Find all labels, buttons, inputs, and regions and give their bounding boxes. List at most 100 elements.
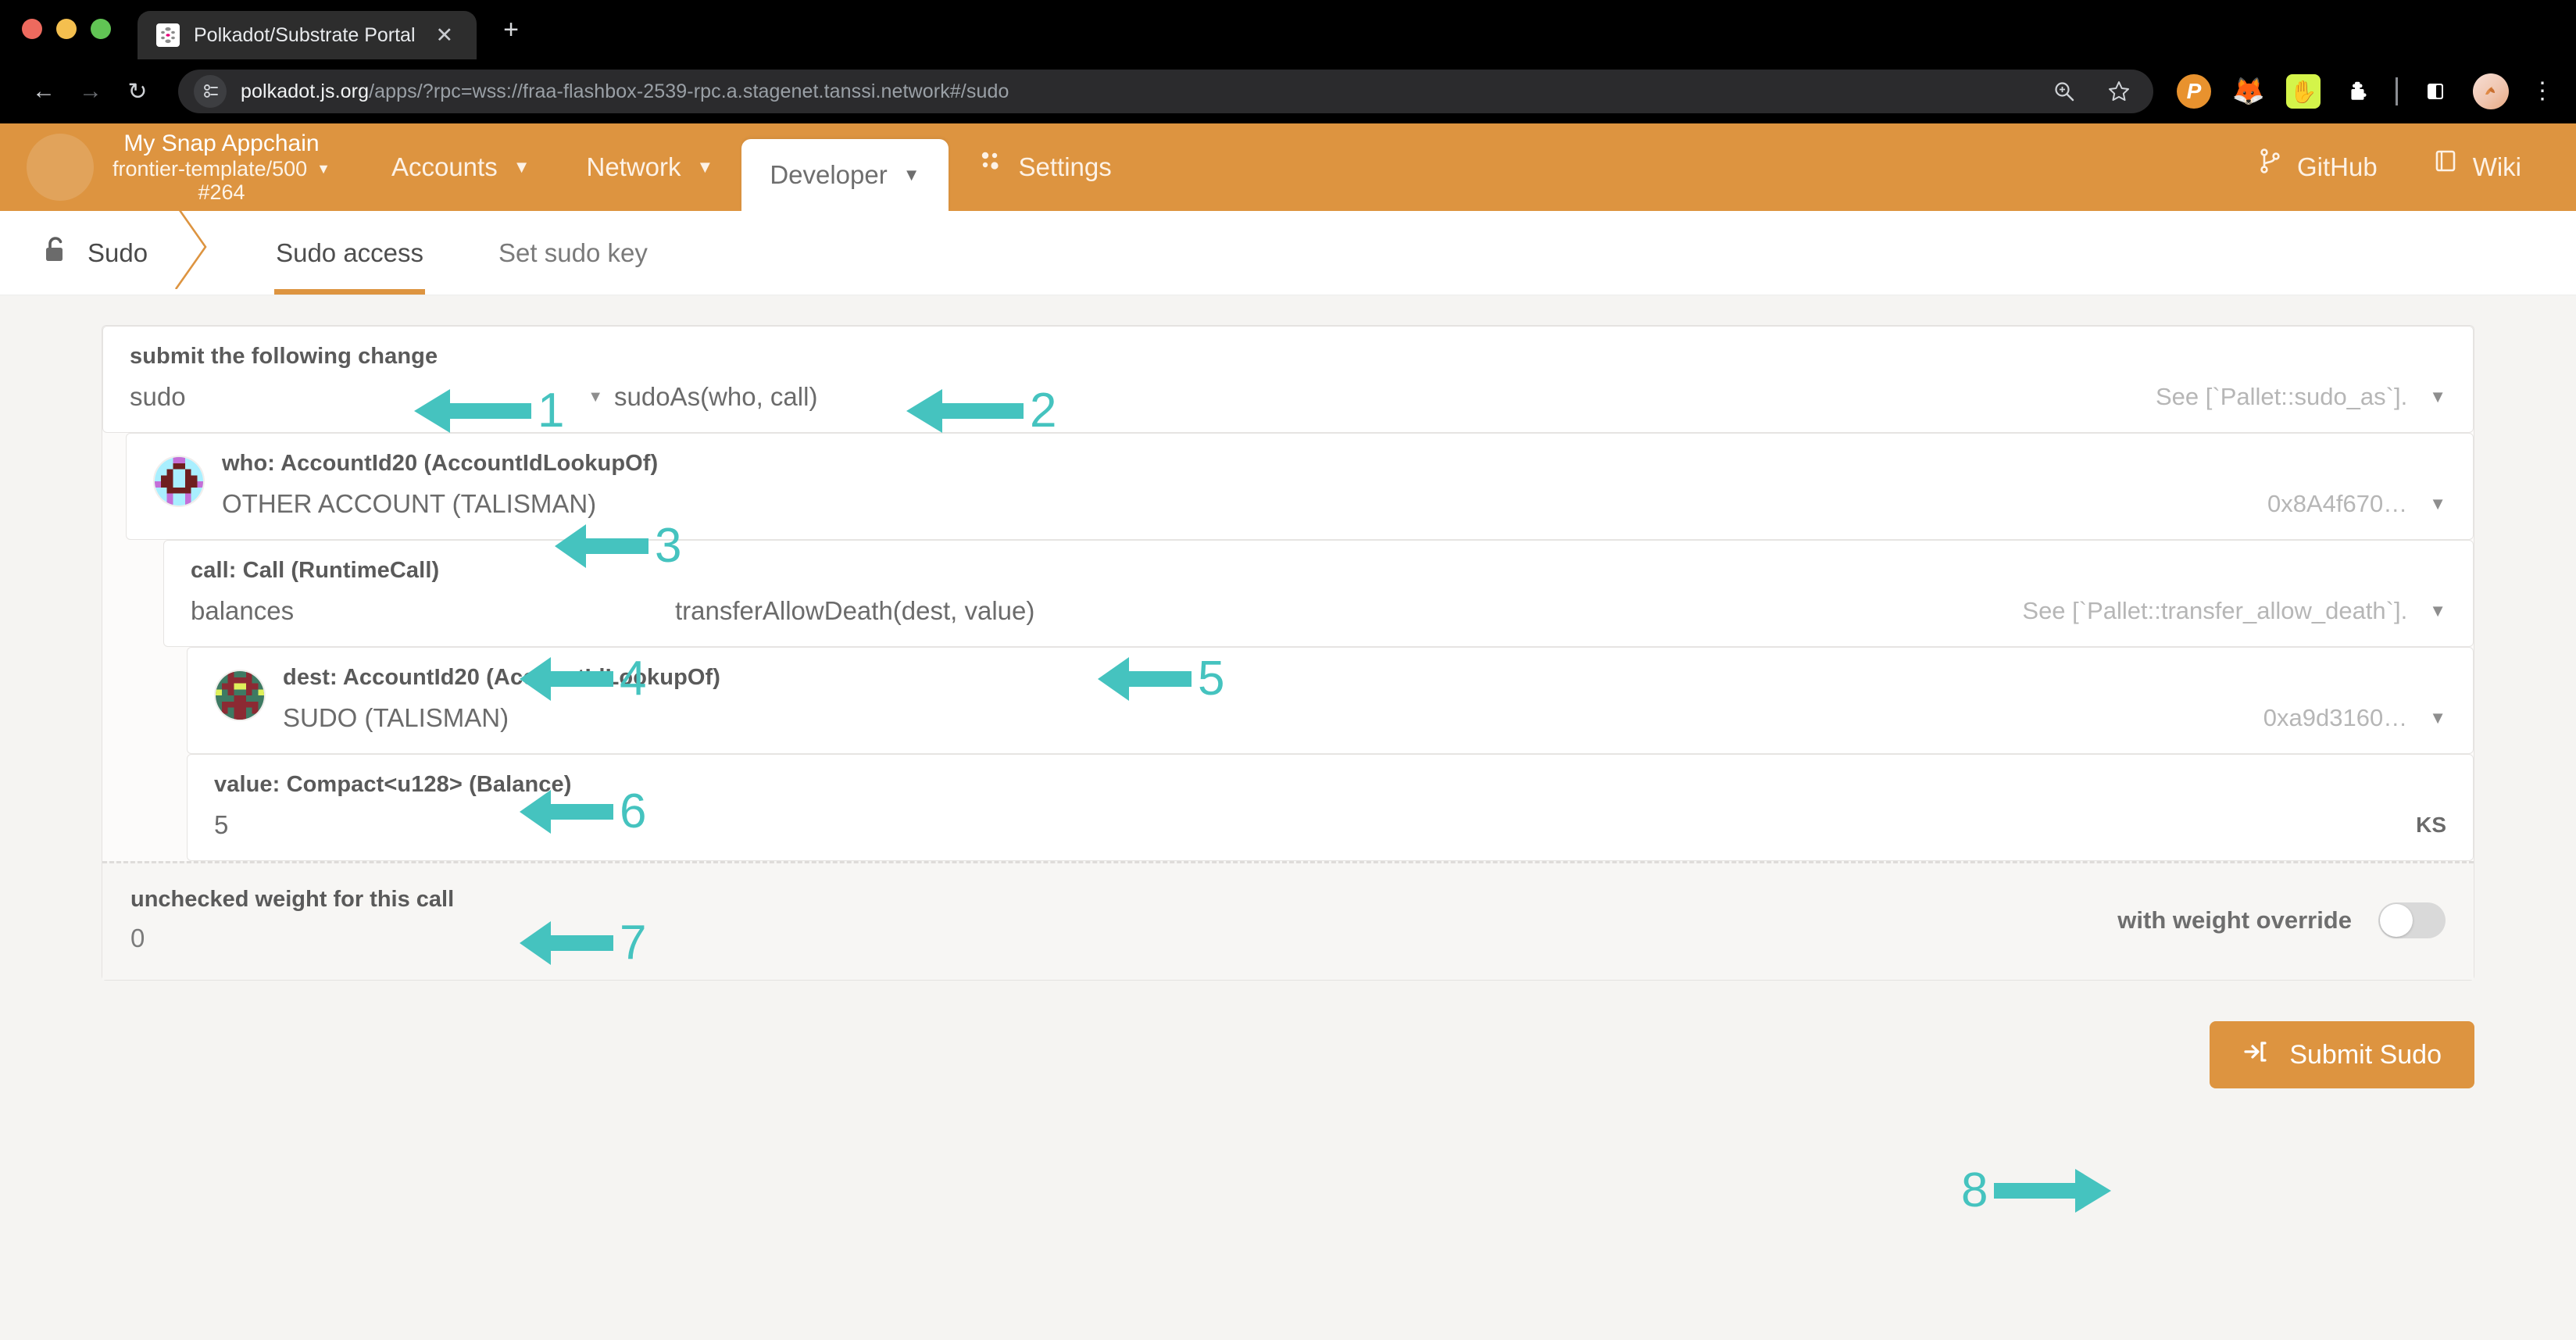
maximize-window-button[interactable] xyxy=(91,19,111,39)
call-method-transfer-value: transferAllowDeath(dest, value) xyxy=(675,596,1035,625)
dest-address[interactable]: 0xa9d3160… ▼ xyxy=(2232,704,2446,732)
submit-change-label: submit the following change xyxy=(130,344,438,369)
row-who-account: who: AccountId20 (AccountIdLookupOf) OTH… xyxy=(126,433,2474,540)
extensions-puzzle-icon[interactable] xyxy=(2341,74,2375,109)
dest-account-value-text: SUDO (TALISMAN) xyxy=(283,703,509,732)
who-account-value-text: OTHER ACCOUNT (TALISMAN) xyxy=(222,489,597,518)
browser-window: Polkadot/Substrate Portal ✕ + ← → ↻ polk… xyxy=(0,0,2576,1340)
nav-item-developer[interactable]: Developer ▼ xyxy=(741,139,949,211)
who-address[interactable]: 0x8A4f670… ▼ xyxy=(2236,490,2446,518)
url-text: polkadot.js.org/apps/?rpc=wss://fraa-fla… xyxy=(241,80,1009,103)
weight-label: unchecked weight for this call xyxy=(130,887,455,912)
chain-spec-row: frontier-template/500 ▼ xyxy=(113,157,330,180)
who-identicon xyxy=(153,456,205,507)
new-tab-button[interactable]: + xyxy=(503,15,519,59)
reload-button[interactable]: ↻ xyxy=(114,68,161,115)
link-github[interactable]: GitHub xyxy=(2238,123,2398,211)
unlock-icon xyxy=(42,234,69,272)
nav-item-settings[interactable]: Settings xyxy=(949,123,1140,211)
row-dest-account: dest: AccountId20 (AccountIdLookupOf) SU… xyxy=(187,647,2474,754)
row-call-inner: call: Call (RuntimeCall) balances transf… xyxy=(191,558,2446,626)
weight-override-label: with weight override xyxy=(2117,906,2352,934)
nav-settings-label: Settings xyxy=(1018,152,1112,181)
value-amount[interactable]: 5 xyxy=(214,810,228,840)
row-value-inner: value: Compact<u128> (Balance) 5 KS xyxy=(214,772,2446,840)
call-docs[interactable]: See [`Pallet::transfer_allow_death`]. ▼ xyxy=(1991,597,2446,625)
call-method-transfer[interactable]: transferAllowDeath(dest, value) xyxy=(675,596,1034,626)
chevron-down-icon: ▼ xyxy=(2429,494,2446,513)
chain-selector[interactable]: My Snap Appchain frontier-template/500 ▼… xyxy=(113,130,330,204)
breadcrumb-separator xyxy=(175,205,224,295)
value-label: value: Compact<u128> (Balance) xyxy=(214,772,572,797)
value-unit-text: KS xyxy=(2416,813,2446,837)
chain-name: My Snap Appchain xyxy=(123,130,320,156)
minimize-window-button[interactable] xyxy=(56,19,77,39)
side-panel-icon[interactable] xyxy=(2418,74,2453,109)
value-amount-text: 5 xyxy=(214,810,229,839)
who-address-text: 0x8A4f670… xyxy=(2267,490,2408,517)
polkadot-extension-icon[interactable]: P xyxy=(2177,74,2211,109)
annotation-number-8: 8 xyxy=(1961,1163,1988,1217)
link-wiki[interactable]: Wiki xyxy=(2413,123,2542,211)
toolbar-divider xyxy=(2396,77,2398,105)
call-pallet-balances[interactable]: balances xyxy=(191,596,675,626)
metamask-extension-icon[interactable]: 🦊 xyxy=(2231,74,2266,109)
close-window-button[interactable] xyxy=(22,19,42,39)
call-label: call: Call (RuntimeCall) xyxy=(191,558,440,583)
action-bar: Submit Sudo xyxy=(102,981,2474,1088)
browser-tab-title: Polkadot/Substrate Portal xyxy=(194,23,416,46)
who-account-value[interactable]: OTHER ACCOUNT (TALISMAN) xyxy=(222,489,596,519)
back-button[interactable]: ← xyxy=(20,68,67,115)
close-tab-icon[interactable]: ✕ xyxy=(430,23,460,48)
pallet-select-sudo-value: sudo xyxy=(130,382,186,411)
forward-button[interactable]: → xyxy=(67,68,114,115)
browser-menu-icon[interactable]: ⋮ xyxy=(2529,80,2556,102)
talisman-extension-icon[interactable]: ✋ xyxy=(2286,74,2321,109)
browser-tab[interactable]: Polkadot/Substrate Portal ✕ xyxy=(138,11,477,59)
omnibox-actions xyxy=(2031,74,2136,109)
nav-developer-label: Developer xyxy=(770,160,888,189)
row-submit-change-inner: submit the following change sudo ▼ sudoA… xyxy=(130,344,2446,412)
page-subnav: Sudo Sudo access Set sudo key xyxy=(0,205,2576,295)
call-docs-text: See [`Pallet::transfer_allow_death`]. xyxy=(2022,597,2408,624)
site-settings-icon[interactable] xyxy=(194,75,227,108)
profile-avatar[interactable] xyxy=(2473,73,2509,109)
browser-toolbar: ← → ↻ polkadot.js.org/apps/?rpc=wss://fr… xyxy=(0,59,2576,123)
method-select-sudoas-value: sudoAs(who, call) xyxy=(614,382,818,411)
nav-item-accounts[interactable]: Accounts ▼ xyxy=(363,123,559,211)
dest-label: dest: AccountId20 (AccountIdLookupOf) xyxy=(283,665,721,690)
submit-change-docs[interactable]: See [`Pallet::sudo_as`]. ▼ xyxy=(2124,383,2446,411)
breadcrumb: Sudo xyxy=(0,211,180,295)
nav-item-network[interactable]: Network ▼ xyxy=(559,123,742,211)
row-dest-inner: dest: AccountId20 (AccountIdLookupOf) SU… xyxy=(283,665,2446,733)
address-bar[interactable]: polkadot.js.org/apps/?rpc=wss://fraa-fla… xyxy=(178,70,2153,113)
pallet-select-sudo[interactable]: sudo ▼ xyxy=(130,382,614,412)
weight-left: unchecked weight for this call 0 xyxy=(130,887,454,953)
value-fields: 5 KS xyxy=(214,810,2446,840)
annotation-marker-8: 8 xyxy=(1961,1163,2112,1219)
zoom-search-icon[interactable] xyxy=(2047,74,2081,109)
gear-icon xyxy=(977,123,1003,211)
book-icon xyxy=(2434,123,2457,211)
dest-address-text: 0xa9d3160… xyxy=(2263,704,2408,731)
chevron-down-icon: ▼ xyxy=(316,160,330,177)
submit-sudo-button[interactable]: Submit Sudo xyxy=(2210,1021,2474,1088)
weight-value: 0 xyxy=(130,924,145,952)
weight-override-toggle[interactable] xyxy=(2378,902,2446,938)
method-select-sudoas[interactable]: sudoAs(who, call) xyxy=(614,382,817,412)
url-path: /apps/?rpc=wss://fraa-flashbox-2539-rpc.… xyxy=(369,80,1009,102)
app-header: My Snap Appchain frontier-template/500 ▼… xyxy=(0,123,2576,211)
bookmark-star-icon[interactable] xyxy=(2102,74,2136,109)
tab-sudo-access-label: Sudo access xyxy=(276,238,424,267)
toggle-knob xyxy=(2380,903,2413,937)
dest-identicon xyxy=(214,670,266,721)
dest-account-value[interactable]: SUDO (TALISMAN) xyxy=(283,703,509,733)
chevron-down-icon: ▼ xyxy=(2429,601,2446,620)
tab-sudo-access[interactable]: Sudo access xyxy=(238,211,461,295)
chain-spec: frontier-template/500 xyxy=(113,156,308,180)
arrow-right-icon xyxy=(1994,1163,2112,1219)
tab-set-sudo-key-label: Set sudo key xyxy=(498,238,648,267)
tab-set-sudo-key[interactable]: Set sudo key xyxy=(461,211,685,295)
chevron-down-icon: ▼ xyxy=(2429,387,2446,406)
weight-right: with weight override xyxy=(2117,902,2446,938)
